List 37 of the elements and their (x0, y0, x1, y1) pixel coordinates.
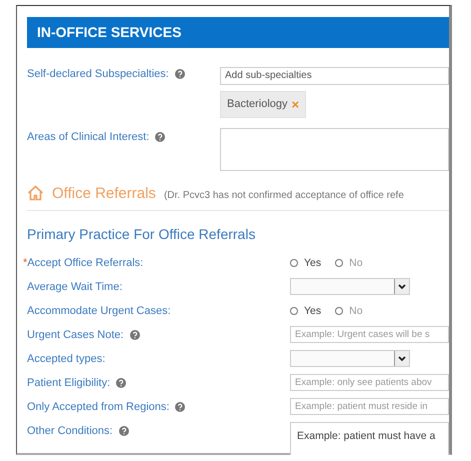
status-note: (Dr. Pcvc3 has not confirmed acceptance of office refe (164, 190, 404, 200)
required-mark: * (23, 256, 28, 268)
chevron-down-icon (394, 279, 409, 294)
help-icon[interactable] (174, 69, 185, 79)
tag-label: Bacteriology (227, 98, 288, 110)
home-icon (27, 185, 44, 201)
section-title: Office Referrals (52, 184, 156, 202)
remove-tag-button[interactable]: × (292, 96, 300, 112)
subsection-title: Primary Practice For Office Referrals (27, 226, 256, 242)
field-label: Patient Eligibility: (27, 376, 110, 388)
field-label: Urgent Cases Note: (27, 328, 124, 340)
help-icon[interactable] (155, 132, 166, 142)
field-label: Self-declared Subspecialties: (27, 68, 169, 80)
radio-option[interactable]: No (335, 304, 363, 316)
field-label: Accept Office Referrals: (27, 256, 144, 268)
radio-option[interactable]: Yes (290, 256, 322, 268)
radio-option[interactable]: No (335, 256, 363, 268)
field-label: Areas of Clinical Interest: (27, 130, 150, 142)
help-icon[interactable] (116, 378, 126, 388)
field-label: Other Conditions: (27, 424, 113, 436)
text-field[interactable]: Example: Urgent cases will be s (290, 326, 449, 343)
field-label: Accepted types: (27, 352, 106, 364)
text-area[interactable]: Example: patient must have a (290, 422, 449, 455)
help-icon[interactable] (175, 402, 186, 412)
radio-option[interactable]: Yes (290, 304, 322, 316)
field-label: Average Wait Time: (27, 280, 122, 292)
field-label: Only Accepted from Regions: (27, 400, 170, 412)
tags-input[interactable]: Add sub-specialties (220, 66, 449, 84)
chevron-down-icon (394, 351, 409, 366)
help-icon[interactable] (130, 330, 140, 340)
text-field[interactable]: Example: only see patients abov (290, 374, 449, 391)
dropdown-field[interactable] (290, 278, 410, 295)
text-field[interactable]: Example: patient must reside in (290, 398, 449, 415)
dropdown-field[interactable] (290, 350, 410, 367)
section-header: IN-OFFICE SERVICES (27, 17, 449, 48)
help-icon[interactable] (118, 426, 129, 436)
field-label: Accommodate Urgent Cases: (27, 304, 171, 316)
